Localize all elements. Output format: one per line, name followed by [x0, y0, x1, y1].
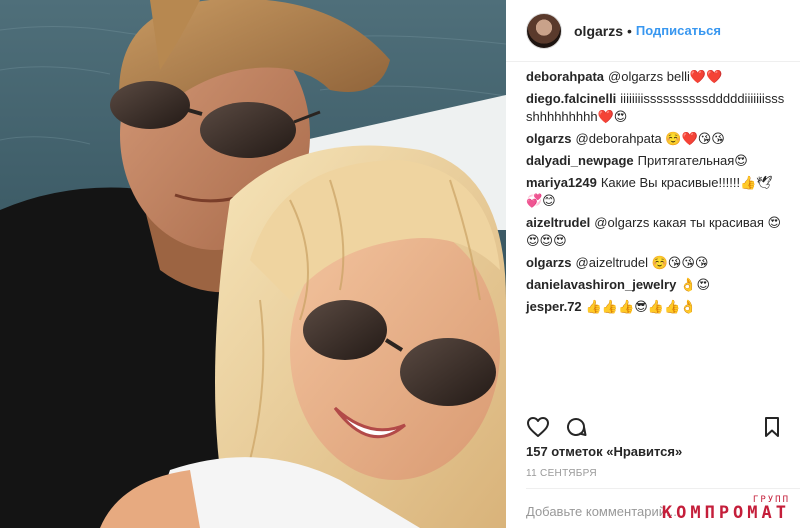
- comment: aizeltrudel @olgarzs какая ты красивая 😍😍…: [526, 214, 788, 250]
- comment: diego.falcinelli iiiiiiiissssssssssdddddi…: [526, 90, 788, 126]
- comment-username[interactable]: dalyadi_newpage: [526, 153, 634, 168]
- comment: olgarzs @deborahpata ☺️❤️😘😘: [526, 130, 788, 148]
- comment: dalyadi_newpage Притягательная😍: [526, 152, 788, 170]
- speech-bubble-icon[interactable]: [564, 415, 588, 439]
- comment-text: 👌😍: [680, 277, 711, 292]
- comment-username[interactable]: danielavashiron_jewelry: [526, 277, 676, 292]
- post-actions: [526, 414, 784, 440]
- comment-username[interactable]: diego.falcinelli: [526, 91, 616, 106]
- heart-icon[interactable]: [526, 415, 550, 439]
- follow-button[interactable]: Подписаться: [636, 23, 721, 38]
- comment-text: @aizeltrudel ☺️😘😘😘: [575, 255, 709, 270]
- comment-username[interactable]: mariya1249: [526, 175, 597, 190]
- avatar[interactable]: [526, 12, 562, 49]
- comment: mariya1249 Какие Вы красивые!!!!!!👍🕊💞😊: [526, 174, 788, 210]
- comment-text: @deborahpata ☺️❤️😘😘: [575, 131, 725, 146]
- comment-username[interactable]: deborahpata: [526, 69, 604, 84]
- comment-username[interactable]: jesper.72: [526, 299, 582, 314]
- post-sidebar: olgarzs • Подписаться deborahpata @olgarz…: [506, 0, 800, 528]
- likes-count[interactable]: 157 отметок «Нравится»: [526, 444, 682, 459]
- bookmark-icon[interactable]: [760, 415, 784, 439]
- comment-username[interactable]: olgarzs: [526, 255, 572, 270]
- comment-username[interactable]: olgarzs: [526, 131, 572, 146]
- comment: jesper.72 👍👍👍😎👍👍👌: [526, 298, 788, 316]
- post-photo[interactable]: [0, 0, 506, 528]
- header-separator: •: [627, 22, 632, 39]
- watermark-main: КОМПРОМАТ: [661, 503, 790, 523]
- comment: danielavashiron_jewelry 👌😍: [526, 276, 788, 294]
- post-date: 11 СЕНТЯБРЯ: [526, 468, 597, 479]
- comment-text: Притягательная😍: [637, 153, 748, 168]
- comment-list: deborahpata @olgarzs belli❤️❤️ diego.falc…: [526, 68, 788, 320]
- comment: olgarzs @aizeltrudel ☺️😘😘😘: [526, 254, 788, 272]
- comment: deborahpata @olgarzs belli❤️❤️: [526, 68, 788, 86]
- comment-text: 👍👍👍😎👍👍👌: [585, 299, 697, 314]
- divider: [526, 488, 800, 489]
- post-header: olgarzs • Подписаться: [506, 0, 800, 62]
- comment-username[interactable]: aizeltrudel: [526, 215, 590, 230]
- selfie-image: [0, 0, 506, 528]
- comment-text: @olgarzs belli❤️❤️: [608, 69, 723, 84]
- watermark: ГРУПП КОМПРОМАТ: [662, 496, 790, 522]
- post-username[interactable]: olgarzs: [574, 23, 623, 39]
